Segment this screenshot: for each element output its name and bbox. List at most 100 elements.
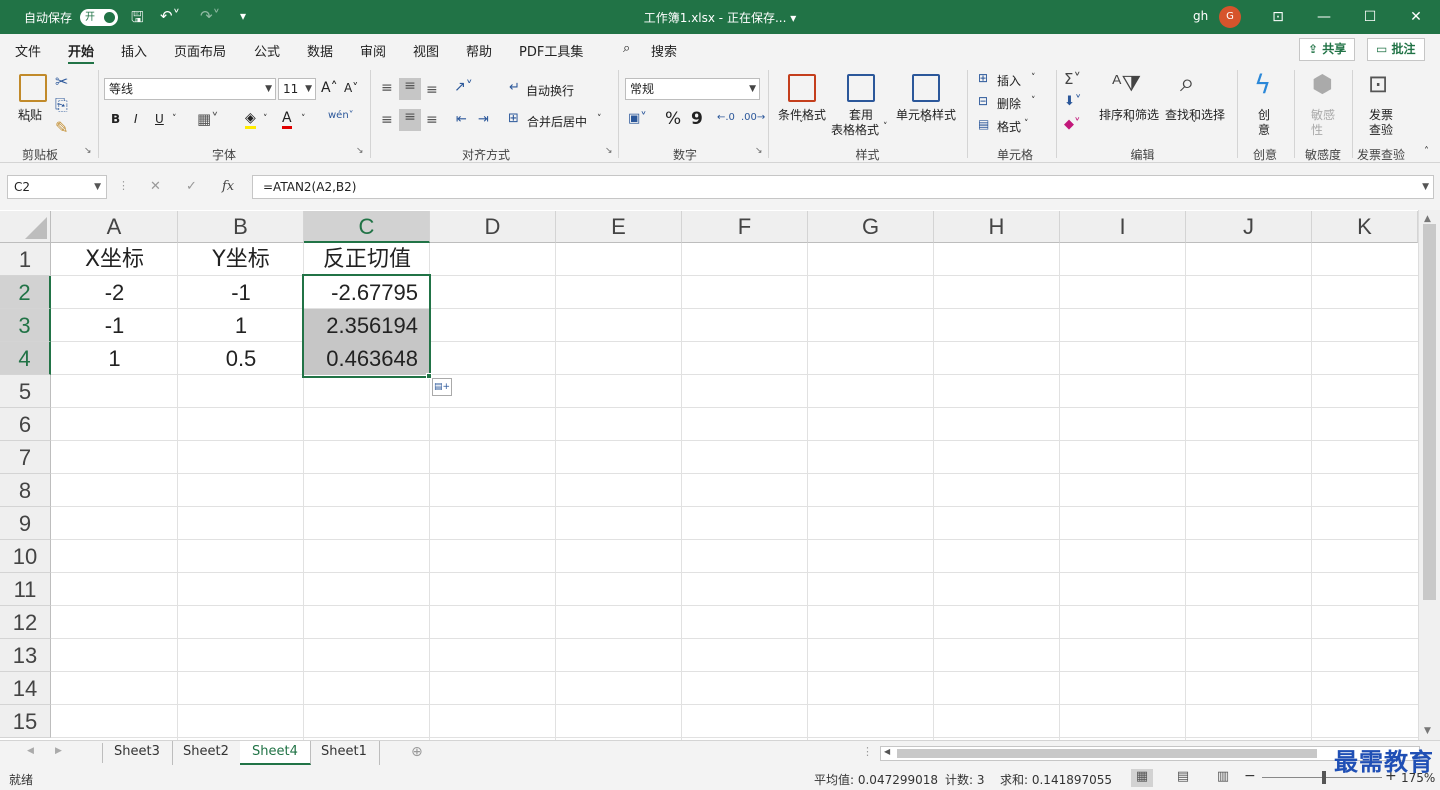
cell-a2[interactable]: -2 xyxy=(51,276,178,309)
column-header-f[interactable]: F xyxy=(682,211,808,243)
share-button[interactable]: ⇪ 共享 xyxy=(1299,38,1356,61)
row-header-13[interactable]: 13 xyxy=(0,639,51,672)
paste-dropdown-icon[interactable]: ˅ xyxy=(27,120,32,130)
find-select-icon[interactable]: ⌕ xyxy=(1180,68,1195,99)
number-launcher-icon[interactable]: ↘ xyxy=(755,146,763,156)
comma-style-button[interactable]: 9 xyxy=(691,109,703,129)
insert-cells-icon[interactable]: ⊞ xyxy=(978,71,988,85)
cell-b2[interactable]: -1 xyxy=(178,276,304,309)
format-cells-icon[interactable]: ▤ xyxy=(978,117,989,131)
row-header-8[interactable]: 8 xyxy=(0,474,51,507)
tab-review[interactable]: 审阅 xyxy=(360,41,386,60)
select-all-button[interactable] xyxy=(0,211,51,243)
enter-icon[interactable]: ✓ xyxy=(186,179,197,194)
merge-center-button[interactable]: 合并后居中 xyxy=(527,113,587,130)
merge-center-icon[interactable]: ⊞ xyxy=(508,111,519,126)
cell-b3[interactable]: 1 xyxy=(178,309,304,342)
column-header-k[interactable]: K xyxy=(1312,211,1418,243)
paste-icon[interactable] xyxy=(19,74,47,102)
cell-b1[interactable]: Y坐标 xyxy=(178,243,304,276)
zoom-slider-knob[interactable] xyxy=(1322,771,1326,784)
format-as-table-icon[interactable] xyxy=(847,74,875,102)
cell-a3[interactable]: -1 xyxy=(51,309,178,342)
column-header-g[interactable]: G xyxy=(808,211,934,243)
underline-dropdown-icon[interactable]: ˅ xyxy=(172,114,177,124)
tab-pdf-tools[interactable]: PDF工具集 xyxy=(519,41,583,60)
ribbon-display-icon[interactable]: ⊡ xyxy=(1263,6,1293,28)
italic-button[interactable]: I xyxy=(134,112,138,126)
accounting-icon[interactable]: ▣˅ xyxy=(628,111,647,126)
cell-styles-icon[interactable] xyxy=(912,74,940,102)
name-box[interactable]: C2 ▼ xyxy=(7,175,107,199)
tab-data[interactable]: 数据 xyxy=(307,41,333,60)
zoom-out-icon[interactable]: − xyxy=(1244,768,1256,784)
row-header-4[interactable]: 4 xyxy=(0,342,51,375)
tab-file[interactable]: 文件 xyxy=(15,41,41,60)
row-header-12[interactable]: 12 xyxy=(0,606,51,639)
quick-analysis-icon[interactable]: ▤+ xyxy=(432,378,452,396)
fill-icon[interactable]: ⬇˅ xyxy=(1064,94,1081,109)
percent-button[interactable]: % xyxy=(665,109,681,129)
avatar[interactable]: G xyxy=(1219,6,1241,28)
fill-color-dropdown-icon[interactable]: ˅ xyxy=(263,114,268,124)
row-header-6[interactable]: 6 xyxy=(0,408,51,441)
sheet-tab-sheet3[interactable]: Sheet3 xyxy=(102,741,173,765)
row-header-9[interactable]: 9 xyxy=(0,507,51,540)
sheet-tab-sheet2[interactable]: Sheet2 xyxy=(171,741,242,765)
cell-a1[interactable]: X坐标 xyxy=(51,243,178,276)
conditional-format-dropdown-icon[interactable]: ˅ xyxy=(799,120,804,130)
column-header-i[interactable]: I xyxy=(1060,211,1186,243)
font-color-dropdown-icon[interactable]: ˅ xyxy=(301,114,306,124)
cell-a4[interactable]: 1 xyxy=(51,342,178,375)
font-size-select[interactable]: 11 ▼ xyxy=(278,78,316,100)
increase-font-icon[interactable]: A˄ xyxy=(321,80,338,96)
delete-cells-dropdown-icon[interactable]: ˅ xyxy=(1031,96,1036,106)
page-layout-view-icon[interactable]: ▤ xyxy=(1172,769,1194,787)
number-format-select[interactable]: 常规 ▼ xyxy=(625,78,760,100)
align-right-icon[interactable]: ≡ xyxy=(426,112,438,128)
merge-dropdown-icon[interactable]: ˅ xyxy=(597,114,602,124)
tab-page-layout[interactable]: 页面布局 xyxy=(174,41,226,60)
delete-cells-button[interactable]: 删除 xyxy=(997,95,1021,112)
format-painter-icon[interactable]: ✎ xyxy=(55,120,68,136)
vertical-scrollbar[interactable]: ▲ ▼ xyxy=(1418,210,1440,740)
align-bottom-icon[interactable]: ≡ xyxy=(426,82,438,98)
row-header-5[interactable]: 5 xyxy=(0,375,51,408)
spreadsheet-grid[interactable]: ABCDEFGHIJK 1 2 3 4 5 6 7 8 9 10 11 12 13 14 15 X坐标 Y坐标… xyxy=(0,210,1440,740)
column-header-j[interactable]: J xyxy=(1186,211,1312,243)
insert-cells-dropdown-icon[interactable]: ˅ xyxy=(1031,73,1036,83)
tab-splitter-icon[interactable]: ⋮ xyxy=(862,745,873,758)
conditional-format-icon[interactable] xyxy=(788,74,816,102)
align-middle-icon[interactable]: ≡ xyxy=(399,78,421,100)
scroll-down-icon[interactable]: ▼ xyxy=(1424,726,1431,736)
autosum-icon[interactable]: Σ˅ xyxy=(1064,70,1081,88)
column-header-b[interactable]: B xyxy=(178,211,304,243)
find-select-dropdown-icon[interactable]: ˅ xyxy=(1192,120,1197,130)
clipboard-launcher-icon[interactable]: ↘ xyxy=(84,146,92,156)
search-icon[interactable]: ⌕ xyxy=(623,41,630,56)
row-header-2[interactable]: 2 xyxy=(0,276,51,309)
borders-icon[interactable]: ▦˅ xyxy=(197,110,219,128)
horizontal-scroll-thumb[interactable] xyxy=(897,749,1317,758)
tab-help[interactable]: 帮助 xyxy=(466,41,492,60)
next-sheet-icon[interactable]: ▶ xyxy=(55,746,62,756)
sheet-tab-sheet4[interactable]: Sheet4 xyxy=(240,741,311,765)
row-header-14[interactable]: 14 xyxy=(0,672,51,705)
column-header-d[interactable]: D xyxy=(430,211,556,243)
copy-icon[interactable]: ⎘ xyxy=(55,97,68,113)
decrease-decimal-icon[interactable]: .00→ xyxy=(741,112,765,123)
tab-home[interactable]: 开始 xyxy=(68,41,95,65)
close-icon[interactable]: ✕ xyxy=(1401,6,1431,28)
row-header-1[interactable]: 1 xyxy=(0,243,51,276)
increase-decimal-icon[interactable]: ←.0 xyxy=(717,112,735,123)
tab-search[interactable]: 搜索 xyxy=(651,41,677,60)
wrap-text-button[interactable]: 自动换行 xyxy=(526,82,574,99)
scroll-up-icon[interactable]: ▲ xyxy=(1424,214,1431,224)
row-header-15[interactable]: 15 xyxy=(0,705,51,738)
cell-b4[interactable]: 0.5 xyxy=(178,342,304,375)
prev-sheet-icon[interactable]: ◀ xyxy=(27,746,34,756)
scroll-left-icon[interactable]: ◀ xyxy=(884,747,890,756)
font-name-select[interactable]: 等线 ▼ xyxy=(104,78,276,100)
font-color-icon[interactable]: A xyxy=(282,110,292,129)
row-header-3[interactable]: 3 xyxy=(0,309,51,342)
